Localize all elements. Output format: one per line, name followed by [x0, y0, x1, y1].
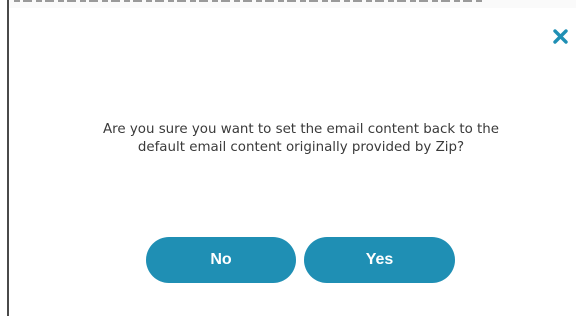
confirmation-message: Are you sure you want to set the email c… — [31, 121, 571, 157]
close-button[interactable] — [548, 24, 572, 48]
dialog-left-edge — [0, 0, 9, 316]
yes-button[interactable]: Yes — [304, 237, 455, 283]
confirm-reset-dialog: Are you sure you want to set the email c… — [9, 8, 576, 316]
background-text-fragment — [14, 0, 484, 2]
message-line-2: default email content originally provide… — [137, 140, 465, 155]
close-icon — [552, 28, 568, 44]
no-button[interactable]: No — [146, 237, 296, 283]
message-line-1: Are you sure you want to set the email c… — [102, 122, 500, 137]
background-page-strip — [0, 0, 576, 8]
